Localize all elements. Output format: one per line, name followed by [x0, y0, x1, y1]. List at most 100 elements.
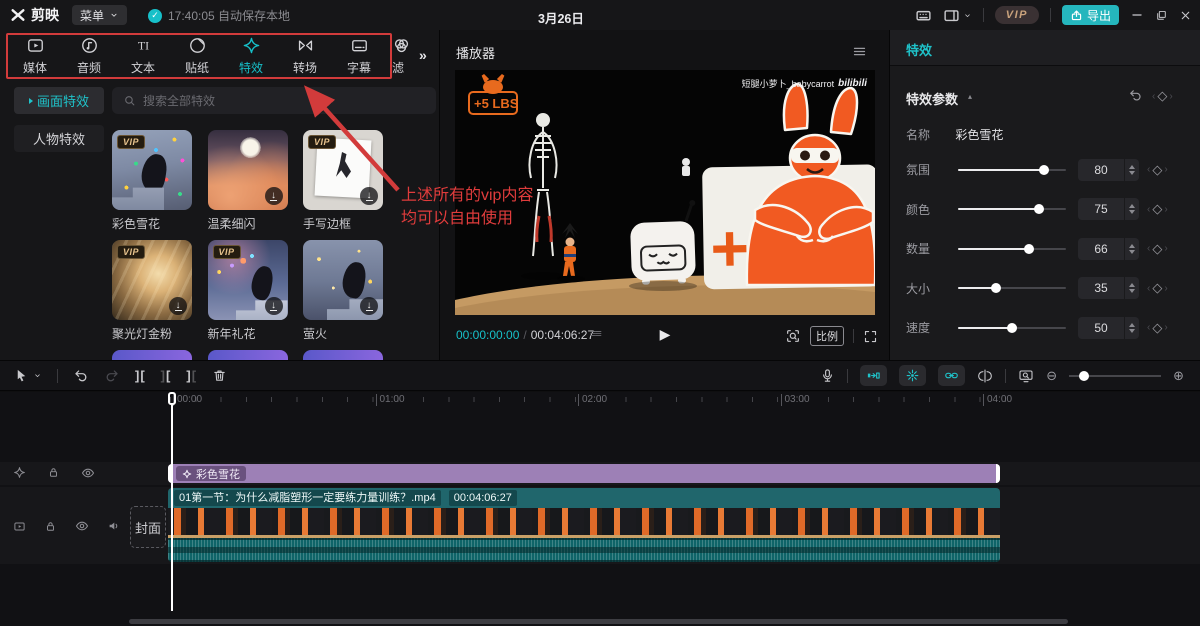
tab-text[interactable]: 文本: [116, 33, 170, 79]
cover-button[interactable]: 封面: [130, 506, 166, 548]
effect-thumbnail[interactable]: VIP ↓: [112, 240, 192, 320]
search-bar[interactable]: 搜索全部特效: [112, 87, 436, 114]
effect-thumbnail[interactable]: VIP ↓: [303, 130, 383, 210]
param-slider[interactable]: [958, 243, 1066, 255]
param-keyframe-control[interactable]: ‹◇›: [1147, 162, 1168, 178]
video-clip[interactable]: 01第一节：为什么减脂塑形一定要练力量训练？.mp4 00:04:06:27: [168, 488, 1000, 562]
download-icon[interactable]: ↓: [360, 297, 378, 315]
download-icon[interactable]: ↓: [169, 297, 187, 315]
tab-sticker[interactable]: 贴纸: [170, 33, 224, 79]
timeline-ruler[interactable]: 00:0001:0002:0003:0004:00: [0, 392, 1200, 410]
effect-thumbnail[interactable]: VIP: [112, 130, 192, 210]
param-value[interactable]: 80: [1078, 159, 1124, 181]
slider-thumb[interactable]: [1039, 165, 1049, 175]
effect-card-partial[interactable]: [303, 350, 383, 360]
effect-card-partial[interactable]: [208, 350, 288, 360]
step-down-icon[interactable]: [1129, 289, 1135, 293]
effect-card[interactable]: VIP 彩色雪花: [112, 130, 192, 240]
eye-icon[interactable]: [75, 519, 89, 533]
export-button[interactable]: 导出: [1062, 5, 1119, 25]
split-delete-left-button[interactable]: ][: [161, 368, 172, 383]
param-stepper[interactable]: [1124, 317, 1139, 339]
param-stepper[interactable]: [1124, 198, 1139, 220]
effect-clip[interactable]: 彩色雪花: [168, 464, 1000, 483]
split-delete-right-button[interactable]: ][: [186, 368, 197, 383]
effect-card[interactable]: VIP ↓ 新年礼花: [208, 240, 288, 350]
link-toggle[interactable]: [938, 365, 965, 386]
download-icon[interactable]: ↓: [265, 297, 283, 315]
download-icon[interactable]: ↓: [360, 187, 378, 205]
slider-thumb[interactable]: [1024, 244, 1034, 254]
zoom-in-button[interactable]: ⊕: [1173, 368, 1184, 384]
step-down-icon[interactable]: [1129, 171, 1135, 175]
close-button[interactable]: [1179, 9, 1192, 22]
split-button[interactable]: ][: [135, 368, 146, 383]
slider-thumb[interactable]: [1007, 323, 1017, 333]
effect-card[interactable]: VIP ↓ 手写边框: [303, 130, 383, 240]
effect-card-partial[interactable]: [112, 350, 192, 360]
player-menu-icon[interactable]: [852, 43, 867, 61]
param-slider[interactable]: [958, 164, 1066, 176]
timeline-zoom-slider[interactable]: [1069, 370, 1161, 382]
param-slider[interactable]: [958, 322, 1066, 334]
delete-button[interactable]: [212, 368, 227, 383]
vip-button[interactable]: VIP: [995, 6, 1039, 24]
minimize-button[interactable]: [1130, 8, 1144, 22]
step-down-icon[interactable]: [1129, 250, 1135, 254]
project-title[interactable]: 3月26日: [538, 8, 584, 27]
shortcut-keyboard-icon[interactable]: [915, 7, 932, 24]
mute-icon[interactable]: [107, 519, 121, 533]
record-voiceover-button[interactable]: [820, 368, 835, 383]
lock-icon[interactable]: [47, 466, 60, 479]
eye-icon[interactable]: [81, 466, 95, 480]
effect-card[interactable]: ↓ 萤火: [303, 240, 383, 350]
effect-thumbnail[interactable]: ↓: [208, 130, 288, 210]
step-down-icon[interactable]: [1129, 210, 1135, 214]
effect-category[interactable]: 画面特效: [14, 87, 104, 114]
param-value[interactable]: 35: [1078, 277, 1124, 299]
undo-button[interactable]: [73, 368, 89, 384]
auto-preview-toggle[interactable]: [899, 365, 926, 386]
fit-timeline-button[interactable]: [1018, 368, 1034, 384]
param-stepper[interactable]: [1124, 238, 1139, 260]
effect-thumbnail[interactable]: VIP ↓: [208, 240, 288, 320]
effect-thumbnail[interactable]: ↓: [303, 240, 383, 320]
param-stepper[interactable]: [1124, 159, 1139, 181]
param-value[interactable]: 66: [1078, 238, 1124, 260]
expand-tabs-icon[interactable]: »: [419, 47, 427, 63]
section-title[interactable]: 特效参数: [906, 89, 958, 108]
param-value[interactable]: 50: [1078, 317, 1124, 339]
maximize-button[interactable]: [1155, 9, 1168, 22]
tab-media[interactable]: 媒体: [8, 33, 62, 79]
step-up-icon[interactable]: [1129, 244, 1135, 248]
tab-transition[interactable]: 转场: [278, 33, 332, 79]
step-up-icon[interactable]: [1129, 165, 1135, 169]
param-keyframe-control[interactable]: ‹◇›: [1147, 201, 1168, 217]
param-keyframe-control[interactable]: ‹◇›: [1147, 280, 1168, 296]
param-keyframe-control[interactable]: ‹◇›: [1147, 241, 1168, 257]
zoom-slider-thumb[interactable]: [1079, 371, 1089, 381]
tab-filter[interactable]: 滤: [386, 33, 412, 79]
ratio-button[interactable]: 比例: [810, 326, 844, 346]
step-up-icon[interactable]: [1129, 283, 1135, 287]
param-value[interactable]: 75: [1078, 198, 1124, 220]
download-icon[interactable]: ↓: [265, 187, 283, 205]
effect-card[interactable]: ↓ 温柔细闪: [208, 130, 288, 240]
tab-captions[interactable]: 字幕: [332, 33, 386, 79]
magnet-snap-toggle[interactable]: [860, 365, 887, 386]
collapse-caret-icon[interactable]: ▴: [968, 92, 972, 101]
play-button[interactable]: ▶: [660, 326, 671, 343]
reset-params-icon[interactable]: [1128, 87, 1143, 105]
select-tool-button[interactable]: [14, 368, 42, 383]
tab-effect-settings[interactable]: 特效: [906, 40, 932, 59]
step-down-icon[interactable]: [1129, 329, 1135, 333]
lock-icon[interactable]: [44, 520, 57, 533]
param-stepper[interactable]: [1124, 277, 1139, 299]
effect-card[interactable]: VIP ↓ 聚光灯金粉: [112, 240, 192, 350]
step-up-icon[interactable]: [1129, 204, 1135, 208]
slider-thumb[interactable]: [1034, 204, 1044, 214]
fullscreen-icon[interactable]: [863, 329, 878, 344]
tab-effects[interactable]: 特效: [224, 33, 278, 79]
preview-axis-button[interactable]: [977, 368, 993, 384]
layout-switch-button[interactable]: [943, 7, 972, 24]
